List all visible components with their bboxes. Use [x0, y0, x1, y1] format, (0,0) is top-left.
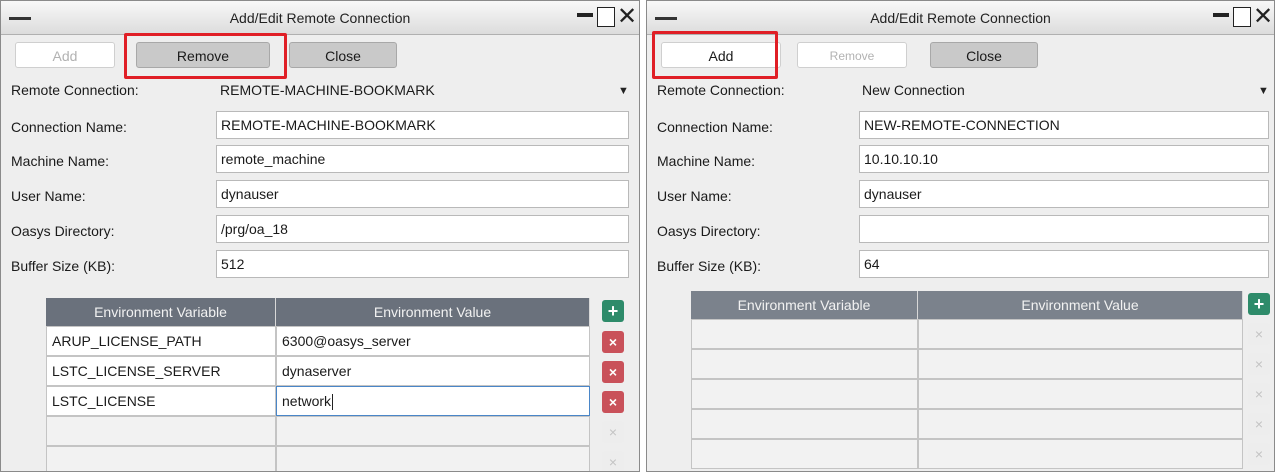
env-value-cell[interactable]	[918, 319, 1243, 349]
add-row-icon[interactable]: +	[602, 300, 624, 322]
env-value-cell[interactable]: 6300@oasys_server	[276, 326, 590, 356]
delete-row-icon[interactable]: ×	[602, 331, 624, 353]
env-value-cell[interactable]	[918, 349, 1243, 379]
buffer-size-label: Buffer Size (KB):	[11, 258, 116, 274]
buffer-size-field[interactable]: 512	[216, 250, 629, 278]
title-bar[interactable]: Add/Edit Remote Connection ✕	[647, 1, 1274, 35]
env-value-cell[interactable]	[918, 439, 1243, 469]
env-value-cell[interactable]	[918, 379, 1243, 409]
delete-row-icon-disabled: ×	[1248, 323, 1270, 345]
env-variable-cell[interactable]	[691, 379, 918, 409]
env-variable-header[interactable]: Environment Variable	[46, 298, 276, 326]
remote-connection-dialog-left: Add/Edit Remote Connection ✕ Add Remove …	[0, 0, 640, 472]
add-button[interactable]: Add	[661, 42, 781, 68]
dropdown-arrow-icon[interactable]: ▼	[618, 85, 629, 97]
delete-row-icon[interactable]: ×	[602, 391, 624, 413]
text-cursor	[332, 394, 334, 411]
maximize-icon[interactable]	[597, 7, 615, 27]
env-value-header[interactable]: Environment Value	[918, 291, 1243, 319]
delete-row-icon-disabled: ×	[1248, 383, 1270, 405]
connection-name-label: Connection Name:	[657, 119, 773, 135]
remove-button[interactable]: Remove	[136, 42, 270, 68]
machine-name-field[interactable]: remote_machine	[216, 145, 629, 173]
add-row-icon[interactable]: +	[1248, 293, 1270, 315]
delete-row-icon-disabled: ×	[1248, 443, 1270, 465]
minimize-icon[interactable]	[1213, 13, 1229, 17]
env-variable-cell[interactable]	[691, 319, 918, 349]
oasys-directory-label: Oasys Directory:	[657, 223, 761, 239]
remote-connection-dialog-right: Add/Edit Remote Connection ✕ Add Remove …	[646, 0, 1275, 472]
connection-name-field[interactable]: NEW-REMOTE-CONNECTION	[859, 111, 1269, 139]
connection-name-label: Connection Name:	[11, 119, 127, 135]
user-name-label: User Name:	[11, 188, 86, 204]
title-bar[interactable]: Add/Edit Remote Connection ✕	[1, 1, 639, 35]
close-button[interactable]: Close	[289, 42, 397, 68]
machine-name-label: Machine Name:	[11, 153, 110, 169]
dialog-title: Add/Edit Remote Connection	[870, 10, 1051, 26]
machine-name-field[interactable]: 10.10.10.10	[859, 145, 1269, 173]
remote-connection-select[interactable]: REMOTE-MACHINE-BOOKMARK	[220, 82, 435, 98]
delete-row-icon-disabled: ×	[602, 421, 624, 443]
remove-button[interactable]: Remove	[797, 42, 907, 68]
remote-connection-label: Remote Connection:	[657, 82, 785, 98]
env-value-cell[interactable]: dynaserver	[276, 356, 590, 386]
env-variable-cell[interactable]	[691, 349, 918, 379]
env-value-cell[interactable]	[918, 409, 1243, 439]
delete-row-icon-disabled: ×	[1248, 413, 1270, 435]
env-value-header[interactable]: Environment Value	[276, 298, 590, 326]
dropdown-arrow-icon[interactable]: ▼	[1258, 85, 1269, 97]
maximize-icon[interactable]	[1233, 7, 1251, 27]
env-variable-cell[interactable]	[691, 439, 918, 469]
remote-connection-select[interactable]: New Connection	[862, 82, 965, 98]
minimize-icon[interactable]	[577, 13, 593, 17]
env-variable-cell[interactable]: ARUP_LICENSE_PATH	[46, 326, 276, 356]
add-button[interactable]: Add	[15, 42, 115, 68]
oasys-directory-field[interactable]: /prg/oa_18	[216, 215, 629, 243]
env-variable-cell[interactable]	[46, 446, 276, 471]
env-variable-cell[interactable]	[46, 416, 276, 446]
close-window-icon[interactable]: ✕	[1253, 5, 1273, 29]
env-variable-header[interactable]: Environment Variable	[691, 291, 918, 319]
buffer-size-field[interactable]: 64	[859, 250, 1269, 278]
env-variable-cell[interactable]: LSTC_LICENSE	[46, 386, 276, 416]
oasys-directory-label: Oasys Directory:	[11, 223, 115, 239]
oasys-directory-field[interactable]	[859, 215, 1269, 243]
env-value-cell-active[interactable]: network	[276, 386, 590, 416]
delete-row-icon[interactable]: ×	[602, 361, 624, 383]
remote-connection-label: Remote Connection:	[11, 82, 139, 98]
env-variable-cell[interactable]	[691, 409, 918, 439]
env-variable-cell[interactable]: LSTC_LICENSE_SERVER	[46, 356, 276, 386]
machine-name-label: Machine Name:	[657, 153, 756, 169]
dialog-title: Add/Edit Remote Connection	[229, 10, 411, 26]
buffer-size-label: Buffer Size (KB):	[657, 258, 762, 274]
connection-name-field[interactable]: REMOTE-MACHINE-BOOKMARK	[216, 111, 629, 139]
delete-row-icon-disabled: ×	[1248, 353, 1270, 375]
delete-row-icon-disabled: ×	[602, 451, 624, 471]
user-name-field[interactable]: dynauser	[216, 180, 629, 208]
close-window-icon[interactable]: ✕	[617, 5, 637, 29]
env-value-text: network	[282, 393, 332, 409]
user-name-field[interactable]: dynauser	[859, 180, 1269, 208]
env-value-cell[interactable]	[276, 446, 590, 471]
env-value-cell[interactable]	[276, 416, 590, 446]
user-name-label: User Name:	[657, 188, 732, 204]
close-button[interactable]: Close	[930, 42, 1038, 68]
